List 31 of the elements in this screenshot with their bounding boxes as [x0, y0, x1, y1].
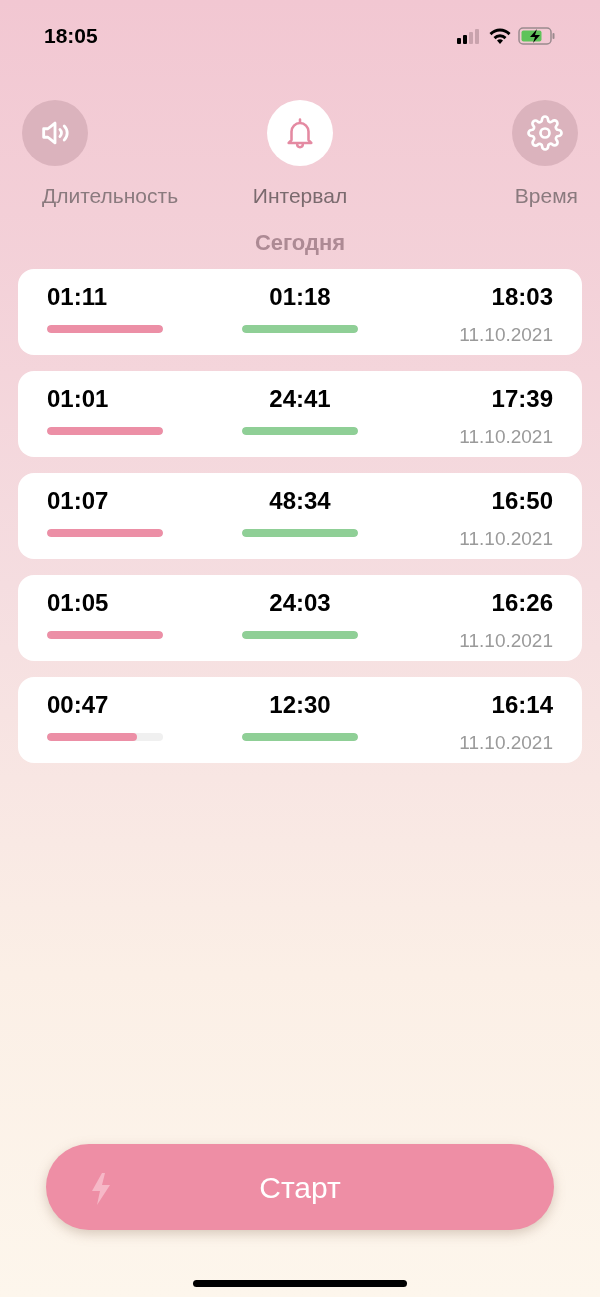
interval-value: 24:41: [269, 384, 331, 413]
duration-value: 01:01: [47, 384, 109, 413]
date-text: 11.10.2021: [459, 526, 553, 551]
interval-value: 01:18: [269, 282, 331, 311]
section-title: Сегодня: [254, 228, 346, 257]
duration-value: 00:47: [47, 690, 109, 719]
time-value: 17:39: [491, 384, 553, 413]
date-text: 11.10.2021: [459, 322, 553, 347]
battery-icon: [518, 26, 556, 46]
tab[interactable]: Длительность: [22, 100, 202, 212]
start-button[interactable]: Старт: [46, 1144, 554, 1230]
date-text: 11.10.2021: [459, 424, 553, 449]
duration-value: 01:11: [47, 282, 108, 311]
duration-value: 01:07: [47, 486, 109, 515]
tab[interactable]: Интервал: [210, 100, 390, 212]
settings-icon: [527, 115, 563, 151]
interval-value: 48:34: [269, 486, 331, 515]
duration-value: 01:05: [47, 588, 109, 617]
wifi-icon: [488, 27, 512, 45]
date-text: 11.10.2021: [459, 628, 553, 653]
status-time: 18:05: [44, 23, 98, 50]
time-value: 18:03: [491, 282, 553, 311]
time-value: 16:50: [491, 486, 553, 515]
signal-icon: [456, 28, 482, 44]
interval-value: 12:30: [269, 690, 331, 719]
time-value: 16:14: [491, 690, 553, 719]
date-text: 11.10.2021: [459, 730, 553, 755]
interval-value: 24:03: [269, 588, 331, 617]
time-value: 16:26: [491, 588, 553, 617]
lightning-icon: [90, 1171, 112, 1207]
tab[interactable]: Время: [398, 100, 578, 212]
